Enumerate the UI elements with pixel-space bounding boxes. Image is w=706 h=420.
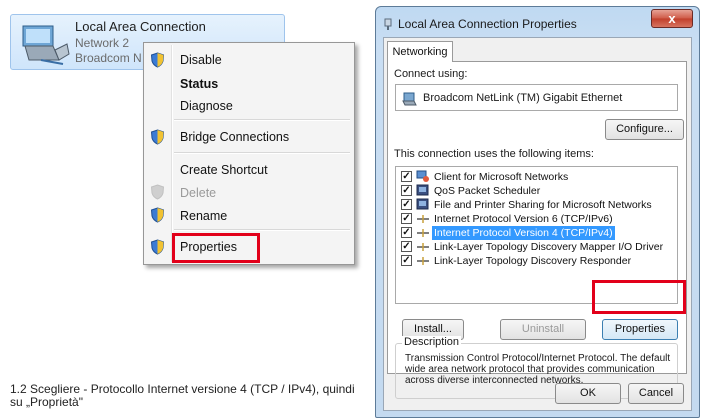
menu-item-status[interactable]: Status: [180, 77, 218, 91]
list-item[interactable]: ✓ File and Printer Sharing for Microsoft…: [398, 198, 675, 212]
menu-item-create-shortcut[interactable]: Create Shortcut: [180, 163, 268, 177]
adapter-name: Broadcom NetLink (TM) Gigabit Ethernet: [423, 92, 623, 104]
menu-item-delete: Delete: [180, 186, 217, 200]
uac-shield-icon: [150, 52, 165, 68]
configure-button[interactable]: Configure...: [605, 119, 684, 140]
uac-shield-icon: [150, 184, 165, 200]
menu-item-diagnose[interactable]: Diagnose: [180, 99, 233, 113]
connect-using-label: Connect using:: [394, 68, 468, 80]
description-legend: Description: [402, 336, 462, 348]
cancel-button[interactable]: Cancel: [628, 383, 684, 404]
checkbox[interactable]: ✓: [401, 171, 412, 182]
dialog-body: Networking Connect using: Broadcom NetLi…: [383, 37, 692, 411]
description-text: Transmission Control Protocol/Internet P…: [405, 353, 671, 386]
adapter-field: Broadcom NetLink (TM) Gigabit Ethernet: [395, 84, 678, 111]
protocol-icon: [417, 215, 429, 223]
checkbox[interactable]: ✓: [401, 241, 412, 252]
connection-network: Network 2: [75, 36, 130, 50]
highlight-properties-button: [592, 280, 686, 314]
uninstall-button: Uninstall: [500, 319, 586, 340]
items-label: This connection uses the following items…: [394, 148, 594, 160]
list-item-label: Internet Protocol Version 6 (TCP/IPv6): [434, 213, 613, 225]
uac-shield-icon: [150, 239, 165, 255]
highlight-properties-menu: [172, 233, 260, 263]
checkbox[interactable]: ✓: [401, 255, 412, 266]
uac-shield-icon: [150, 207, 165, 223]
list-item[interactable]: ✓ Internet Protocol Version 6 (TCP/IPv6): [398, 212, 675, 226]
menu-separator: [174, 229, 350, 231]
instruction-caption: 1.2 Scegliere - Protocollo Internet vers…: [10, 382, 355, 409]
list-item[interactable]: ✓ Link-Layer Topology Discovery Responde…: [398, 254, 675, 268]
ok-button[interactable]: OK: [555, 383, 621, 404]
protocol-icon: [417, 229, 429, 237]
menu-separator: [174, 119, 350, 121]
list-item-selected[interactable]: ✓ Internet Protocol Version 4 (TCP/IPv4): [398, 225, 675, 241]
list-item-label: QoS Packet Scheduler: [434, 185, 541, 197]
list-item-label: File and Printer Sharing for Microsoft N…: [434, 199, 652, 211]
networking-panel: Connect using: Broadcom NetLink (TM) Gig…: [387, 61, 687, 399]
list-item[interactable]: ✓ Link-Layer Topology Discovery Mapper I…: [398, 240, 675, 254]
network-connection-icon: [384, 18, 392, 30]
checkbox[interactable]: ✓: [401, 199, 412, 210]
checkbox[interactable]: ✓: [401, 185, 412, 196]
checkbox[interactable]: ✓: [401, 227, 412, 238]
uac-shield-icon: [150, 129, 165, 145]
list-item-label: Client for Microsoft Networks: [434, 171, 569, 183]
list-item-label: Internet Protocol Version 4 (TCP/IPv4): [431, 225, 616, 241]
connection-title: Local Area Connection: [75, 19, 206, 34]
list-item[interactable]: ✓ QoS Packet Scheduler: [398, 184, 675, 198]
menu-item-rename[interactable]: Rename: [180, 209, 227, 223]
scheduler-icon: [416, 184, 429, 196]
list-item-label: Link-Layer Topology Discovery Mapper I/O…: [434, 241, 664, 253]
properties-button[interactable]: Properties: [602, 319, 678, 340]
menu-item-bridge-connections[interactable]: Bridge Connections: [180, 130, 289, 144]
dialog-title: Local Area Connection Properties: [398, 17, 577, 31]
connection-adapter: Broadcom N: [75, 51, 142, 65]
client-icon: [416, 170, 429, 182]
list-item[interactable]: ✓ Client for Microsoft Networks: [398, 170, 675, 184]
menu-separator: [174, 152, 350, 154]
network-adapter-icon: [402, 92, 417, 106]
network-adapter-icon: [22, 25, 70, 65]
properties-dialog: Local Area Connection Properties x Netwo…: [375, 6, 700, 418]
context-menu: Disable Status Diagnose Bridge Connectio…: [143, 42, 355, 265]
close-button[interactable]: x: [651, 9, 693, 28]
list-item-label: Link-Layer Topology Discovery Responder: [434, 255, 632, 267]
protocol-icon: [417, 257, 429, 265]
menu-gutter: [171, 45, 173, 262]
menu-item-disable[interactable]: Disable: [180, 53, 222, 67]
tab-networking[interactable]: Networking: [387, 41, 453, 62]
protocol-icon: [417, 243, 429, 251]
checkbox[interactable]: ✓: [401, 213, 412, 224]
sharing-icon: [416, 198, 429, 210]
